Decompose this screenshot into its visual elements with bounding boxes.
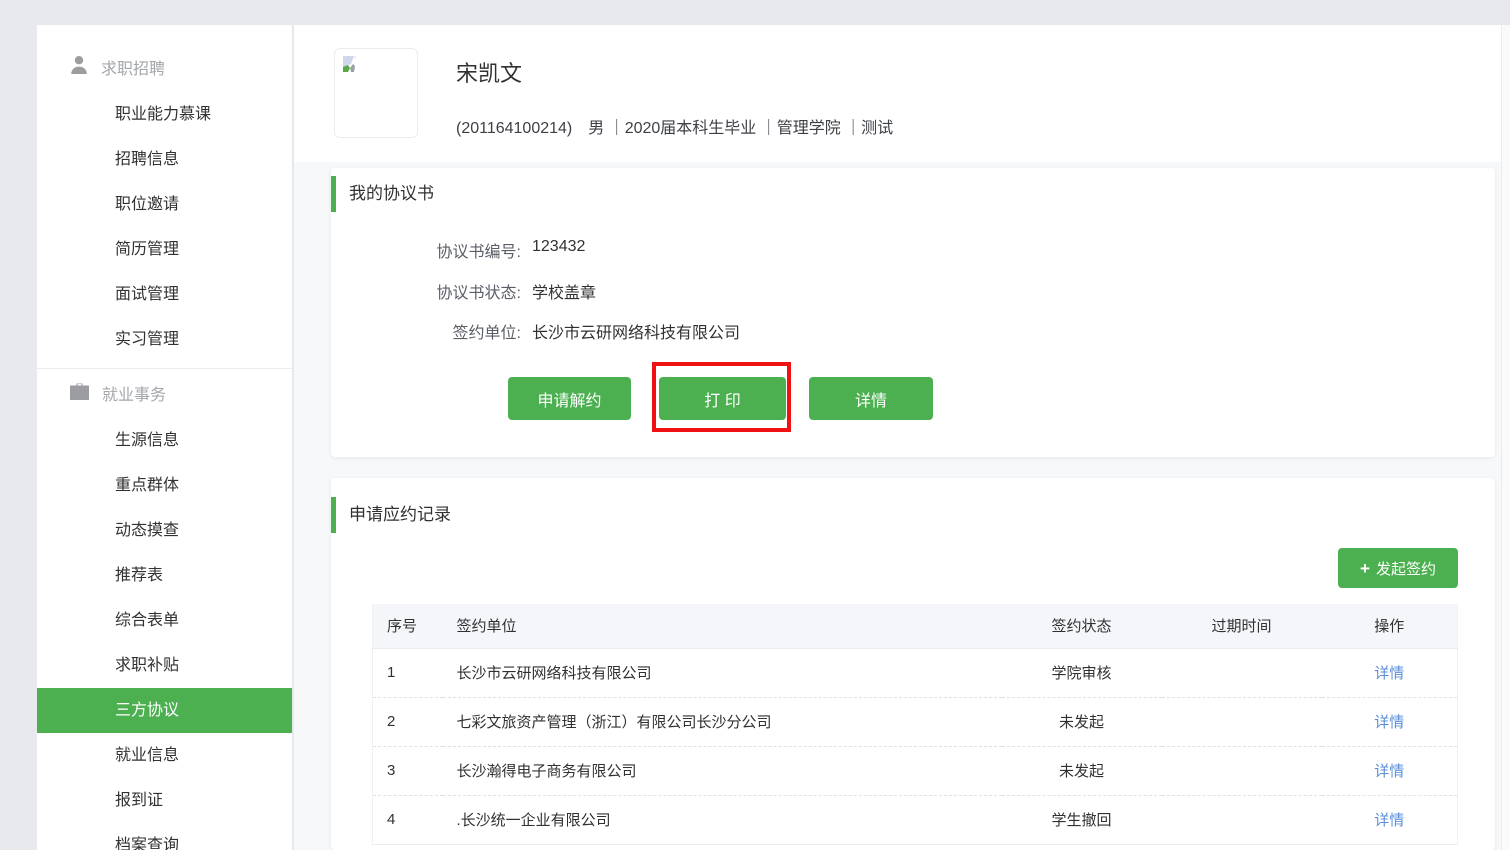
sidebar-section-label: 求职招聘 xyxy=(101,47,165,92)
application-records-table: 序号 签约单位 签约状态 过期时间 操作 1 长沙市云研网络科技有限公司 学院审… xyxy=(372,604,1458,845)
row-detail-link[interactable]: 详情 xyxy=(1374,665,1404,682)
sidebar-item-interview-manage[interactable]: 面试管理 xyxy=(37,272,292,317)
cell-company: 七彩文旅资产管理（浙江）有限公司长沙分公司 xyxy=(443,697,1002,746)
sidebar-item-tripartite-agreement[interactable]: 三方协议 xyxy=(37,688,292,733)
green-title-bar xyxy=(331,497,336,533)
terminate-agreement-button[interactable]: 申请解约 xyxy=(508,377,631,420)
cell-expire xyxy=(1162,746,1322,795)
header-status: 签约状态 xyxy=(1002,604,1162,648)
cell-status: 学院审核 xyxy=(1002,648,1162,697)
sidebar: 求职招聘 职业能力慕课 招聘信息 职位邀请 简历管理 面试管理 实习管理 就业事… xyxy=(37,25,293,850)
application-records-card: 申请应约记录 + 发起签约 序号 签约单位 签约状态 过期时间 操作 1 长沙市云… xyxy=(331,478,1495,850)
cell-company: 长沙瀚得电子商务有限公司 xyxy=(443,746,1002,795)
header-action: 操作 xyxy=(1322,604,1458,648)
sidebar-section-employment: 就业事务 xyxy=(37,373,292,418)
sidebar-divider xyxy=(37,368,292,369)
briefcase-icon xyxy=(70,373,89,418)
field-label: 签约单位: xyxy=(331,319,521,343)
plus-icon: + xyxy=(1360,559,1370,578)
field-value: 长沙市云研网络科技有限公司 xyxy=(532,319,740,343)
cell-status: 未发起 xyxy=(1002,746,1162,795)
sidebar-item-comprehensive-forms[interactable]: 综合表单 xyxy=(37,598,292,643)
initiate-signing-label: 发起签约 xyxy=(1376,561,1436,578)
initiate-signing-button[interactable]: + 发起签约 xyxy=(1338,548,1458,588)
field-label: 协议书状态: xyxy=(331,279,521,303)
table-row: 1 长沙市云研网络科技有限公司 学院审核 详情 xyxy=(373,648,1458,697)
cell-company: .长沙统一企业有限公司 xyxy=(443,795,1002,844)
green-title-bar xyxy=(331,176,336,212)
student-name: 宋凯文 xyxy=(456,56,522,88)
scrollbar-track[interactable] xyxy=(1501,25,1510,850)
sidebar-item-source-info[interactable]: 生源信息 xyxy=(37,418,292,463)
row-detail-link[interactable]: 详情 xyxy=(1374,714,1404,731)
cell-no: 2 xyxy=(373,697,443,746)
cell-no: 1 xyxy=(373,648,443,697)
cell-no: 4 xyxy=(373,795,443,844)
cell-expire xyxy=(1162,697,1322,746)
sidebar-item-internship-manage[interactable]: 实习管理 xyxy=(37,317,292,362)
table-header-row: 序号 签约单位 签约状态 过期时间 操作 xyxy=(373,604,1458,648)
application-records-title: 申请应约记录 xyxy=(331,495,1495,535)
sidebar-section-label: 就业事务 xyxy=(102,373,166,418)
sidebar-item-archive-query[interactable]: 档案查询 xyxy=(37,823,292,850)
agreement-status-row: 协议书状态: 学校盖章 xyxy=(331,279,1495,303)
row-detail-link[interactable]: 详情 xyxy=(1374,763,1404,780)
profile-header: 宋凯文 (201164100214) 男 ｜2020届本科生毕业 ｜管理学院 ｜… xyxy=(294,25,1510,162)
sidebar-item-resume-manage[interactable]: 简历管理 xyxy=(37,227,292,272)
row-detail-link[interactable]: 详情 xyxy=(1374,812,1404,829)
sidebar-item-position-invite[interactable]: 职位邀请 xyxy=(37,182,292,227)
cell-status: 未发起 xyxy=(1002,697,1162,746)
field-label: 协议书编号: xyxy=(331,238,521,262)
agreement-number-row: 协议书编号: 123432 xyxy=(331,238,1495,262)
sidebar-item-recommendation-form[interactable]: 推荐表 xyxy=(37,553,292,598)
print-button[interactable]: 打 印 xyxy=(659,377,786,420)
my-agreement-card: 我的协议书 协议书编号: 123432 协议书状态: 学校盖章 签约单位: 长沙… xyxy=(331,168,1495,457)
sidebar-item-mooc[interactable]: 职业能力慕课 xyxy=(37,92,292,137)
avatar xyxy=(334,48,418,138)
sidebar-item-registration-card[interactable]: 报到证 xyxy=(37,778,292,823)
agreement-detail-button[interactable]: 详情 xyxy=(809,377,933,420)
cell-expire xyxy=(1162,648,1322,697)
header-company: 签约单位 xyxy=(443,604,1002,648)
section-title-text: 我的协议书 xyxy=(349,174,434,214)
student-meta: (201164100214) 男 ｜2020届本科生毕业 ｜管理学院 ｜测试 xyxy=(456,114,893,138)
section-title-text: 申请应约记录 xyxy=(349,495,451,535)
sidebar-item-employment-info[interactable]: 就业信息 xyxy=(37,733,292,778)
cell-status: 学生撤回 xyxy=(1002,795,1162,844)
my-agreement-title: 我的协议书 xyxy=(331,174,1495,214)
cell-company: 长沙市云研网络科技有限公司 xyxy=(443,648,1002,697)
sidebar-item-recruit-info[interactable]: 招聘信息 xyxy=(37,137,292,182)
header-expire: 过期时间 xyxy=(1162,604,1322,648)
user-icon xyxy=(70,47,88,92)
header-no: 序号 xyxy=(373,604,443,648)
cell-expire xyxy=(1162,795,1322,844)
sidebar-item-key-groups[interactable]: 重点群体 xyxy=(37,463,292,508)
table-row: 4 .长沙统一企业有限公司 学生撤回 详情 xyxy=(373,795,1458,844)
field-value: 123432 xyxy=(532,238,585,256)
field-value: 学校盖章 xyxy=(532,279,596,303)
main-content: 宋凯文 (201164100214) 男 ｜2020届本科生毕业 ｜管理学院 ｜… xyxy=(294,25,1510,850)
signing-company-row: 签约单位: 长沙市云研网络科技有限公司 xyxy=(331,319,1495,343)
table-row: 2 七彩文旅资产管理（浙江）有限公司长沙分公司 未发起 详情 xyxy=(373,697,1458,746)
sidebar-section-jobseek: 求职招聘 xyxy=(37,47,292,92)
sidebar-item-job-subsidy[interactable]: 求职补贴 xyxy=(37,643,292,688)
table-row: 3 长沙瀚得电子商务有限公司 未发起 详情 xyxy=(373,746,1458,795)
sidebar-item-dynamic-survey[interactable]: 动态摸查 xyxy=(37,508,292,553)
cell-no: 3 xyxy=(373,746,443,795)
